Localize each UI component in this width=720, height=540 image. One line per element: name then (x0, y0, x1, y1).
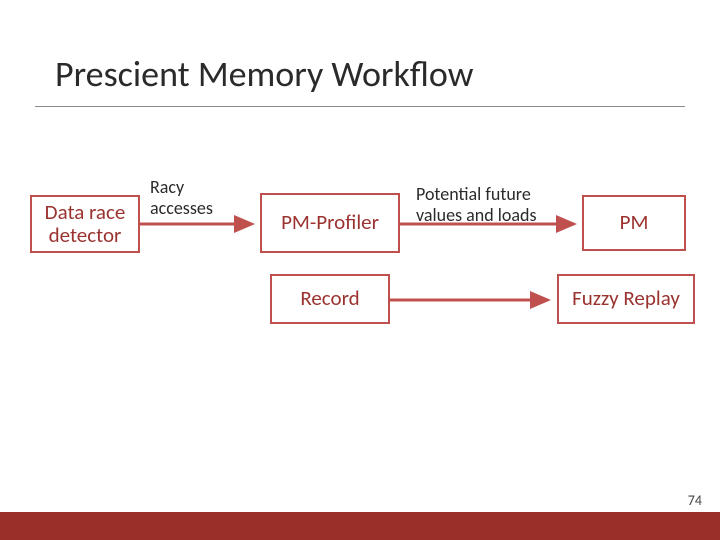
arrow-profiler-to-pm (400, 215, 584, 235)
box-fuzzy-replay: Fuzzy Replay (557, 274, 695, 324)
slide-title: Prescient Memory Workflow (55, 52, 473, 96)
footer-bar (0, 512, 720, 540)
page-number: 74 (688, 492, 702, 509)
box-pm: PM (582, 195, 686, 251)
title-underline (35, 106, 685, 107)
box-record: Record (270, 274, 390, 324)
arrow-detector-to-profiler (140, 215, 260, 235)
box-pm-profiler: PM-Profiler (260, 193, 400, 253)
box-data-race-detector: Data race detector (30, 195, 140, 253)
label-racy-accesses: Racy accesses (150, 177, 240, 218)
arrow-record-to-fuzzy-replay (390, 291, 560, 311)
